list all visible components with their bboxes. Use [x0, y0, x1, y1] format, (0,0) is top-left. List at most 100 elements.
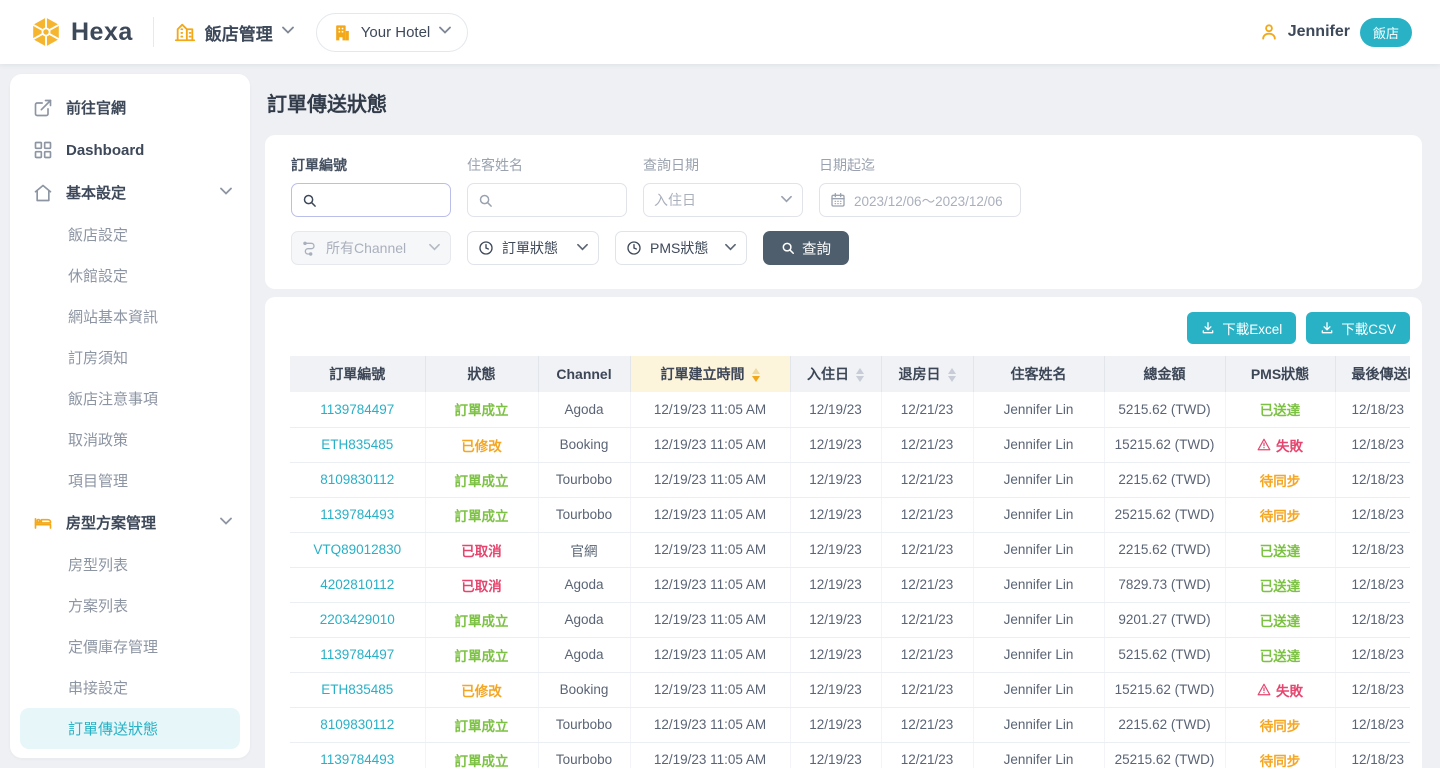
cell-checkout: 12/21/23	[881, 707, 973, 742]
sidebar-item-pricing-inventory[interactable]: 定價庫存管理	[10, 626, 250, 667]
cell-checkout: 12/21/23	[881, 392, 973, 427]
cell-created-at: 12/19/23 11:05 AM	[630, 532, 790, 567]
table-row: 1139784493訂單成立Tourbobo12/19/23 11:05 AM1…	[290, 497, 1410, 532]
cell-channel: Tourbobo	[538, 707, 630, 742]
sidebar-item-hotel-settings[interactable]: 飯店設定	[10, 214, 250, 255]
user-name: Jennifer	[1288, 23, 1350, 41]
cell-pms-status: 失敗	[1225, 427, 1335, 462]
cell-order-no: ETH835485	[290, 427, 425, 462]
channel-select-value: 所有Channel	[326, 238, 421, 258]
cell-created-at: 12/19/23 11:05 AM	[630, 742, 790, 768]
cell-pms-status: 已送達	[1225, 392, 1335, 427]
sidebar-item-website-info[interactable]: 網站基本資訊	[10, 296, 250, 337]
search-icon	[478, 193, 493, 208]
cell-amount: 2215.62 (TWD)	[1104, 532, 1225, 567]
col-created-at-sortable[interactable]: 訂單建立時間	[630, 356, 790, 392]
col-order-no: 訂單編號	[290, 356, 425, 392]
order-no-link[interactable]: ETH835485	[321, 437, 393, 452]
order-no-link[interactable]: 2203429010	[320, 612, 395, 627]
sidebar-section-basic-settings[interactable]: 基本設定	[10, 171, 250, 214]
grid-icon	[33, 140, 53, 160]
hotel-mgmt-menu[interactable]: 飯店管理	[174, 20, 294, 45]
cell-created-at: 12/19/23 11:05 AM	[630, 672, 790, 707]
cell-created-at: 12/19/23 11:05 AM	[630, 427, 790, 462]
cell-created-at: 12/19/23 11:05 AM	[630, 637, 790, 672]
cell-order-no: 1139784497	[290, 637, 425, 672]
sidebar-item-channel-mgmt[interactable]: Channel管理	[10, 749, 250, 758]
order-no-link[interactable]: 8109830112	[320, 472, 394, 487]
cell-status: 訂單成立	[425, 392, 538, 427]
cell-amount: 5215.62 (TWD)	[1104, 392, 1225, 427]
sidebar-item-item-management[interactable]: 項目管理	[10, 460, 250, 501]
col-pms-status: PMS狀態	[1225, 356, 1335, 392]
download-excel-label: 下載Excel	[1222, 318, 1282, 338]
sidebar-item-official-site[interactable]: 前往官網	[10, 86, 250, 129]
chevron-down-icon	[282, 26, 294, 38]
table-row: 8109830112訂單成立Tourbobo12/19/23 11:05 AM1…	[290, 462, 1410, 497]
sidebar-item-connection-settings[interactable]: 串接設定	[10, 667, 250, 708]
order-status-select[interactable]: 訂單狀態	[467, 231, 599, 265]
cell-status: 已修改	[425, 427, 538, 462]
download-csv-button[interactable]: 下載CSV	[1306, 312, 1410, 344]
hotel-selector[interactable]: Your Hotel	[316, 13, 469, 52]
cell-pms-status: 待同步	[1225, 742, 1335, 768]
order-no-link[interactable]: VTQ89012830	[313, 542, 401, 557]
cell-guest: Jennifer Lin	[973, 392, 1104, 427]
query-date-value: 入住日	[654, 190, 773, 210]
order-no-link[interactable]: 1139784497	[320, 402, 394, 417]
pms-status-select[interactable]: PMS狀態	[615, 231, 747, 265]
sidebar-item-closure-settings[interactable]: 休館設定	[10, 255, 250, 296]
download-excel-button[interactable]: 下載Excel	[1187, 312, 1296, 344]
search-icon	[781, 241, 795, 255]
cell-checkout: 12/21/23	[881, 602, 973, 637]
search-button-label: 查詢	[802, 238, 831, 259]
cell-last-sent: 12/18/23	[1335, 672, 1410, 707]
user-menu[interactable]: Jennifer 飯店	[1259, 18, 1412, 47]
search-button[interactable]: 查詢	[763, 231, 849, 265]
external-link-icon	[33, 98, 53, 118]
order-no-link[interactable]: 1139784497	[320, 647, 394, 662]
query-date-select[interactable]: 入住日	[643, 183, 803, 217]
guest-name-input[interactable]	[501, 192, 616, 208]
cell-last-sent: 12/18/23	[1335, 427, 1410, 462]
chevron-down-icon	[429, 243, 440, 254]
sidebar-section-room-plan-mgmt[interactable]: 房型方案管理	[10, 501, 250, 544]
cell-last-sent: 12/18/23	[1335, 567, 1410, 602]
cell-order-no: VTQ89012830	[290, 532, 425, 567]
sidebar-item-cancel-policy[interactable]: 取消政策	[10, 419, 250, 460]
order-no-link[interactable]: 4202810112	[320, 577, 394, 592]
date-range-label: 日期起迄	[819, 155, 1021, 175]
sort-icon	[856, 368, 864, 382]
order-no-link[interactable]: 1139784493	[320, 752, 394, 767]
cell-channel: Agoda	[538, 637, 630, 672]
order-no-input[interactable]	[325, 192, 440, 208]
order-no-link[interactable]: 8109830112	[320, 717, 394, 732]
channel-select[interactable]: 所有Channel	[291, 231, 451, 265]
table-row: ETH835485已修改Booking12/19/23 11:05 AM12/1…	[290, 427, 1410, 462]
order-no-link[interactable]: ETH835485	[321, 682, 393, 697]
page-title: 訂單傳送狀態	[267, 88, 1422, 117]
cell-amount: 2215.62 (TWD)	[1104, 462, 1225, 497]
sidebar-item-hotel-notices[interactable]: 飯店注意事項	[10, 378, 250, 419]
home-icon	[33, 183, 53, 203]
date-range-picker[interactable]: 2023/12/06～2023/12/06	[819, 183, 1021, 217]
cell-last-sent: 12/18/23	[1335, 707, 1410, 742]
cell-guest: Jennifer Lin	[973, 602, 1104, 637]
cell-guest: Jennifer Lin	[973, 497, 1104, 532]
sidebar-item-label: 基本設定	[66, 182, 207, 203]
cell-guest: Jennifer Lin	[973, 742, 1104, 768]
sidebar-item-room-list[interactable]: 房型列表	[10, 544, 250, 585]
hotel-building-icon	[333, 23, 352, 42]
col-checkout-sortable[interactable]: 退房日	[881, 356, 973, 392]
col-checkin-sortable[interactable]: 入住日	[790, 356, 881, 392]
order-no-link[interactable]: 1139784493	[320, 507, 394, 522]
cell-status: 訂單成立	[425, 602, 538, 637]
cell-checkin: 12/19/23	[790, 392, 881, 427]
sidebar-item-dashboard[interactable]: Dashboard	[10, 129, 250, 171]
sort-icon	[752, 368, 760, 382]
cell-status: 已取消	[425, 532, 538, 567]
sidebar-item-booking-notes[interactable]: 訂房須知	[10, 337, 250, 378]
cell-checkin: 12/19/23	[790, 637, 881, 672]
sidebar-item-plan-list[interactable]: 方案列表	[10, 585, 250, 626]
sidebar-item-order-send-status[interactable]: 訂單傳送狀態	[20, 708, 240, 749]
